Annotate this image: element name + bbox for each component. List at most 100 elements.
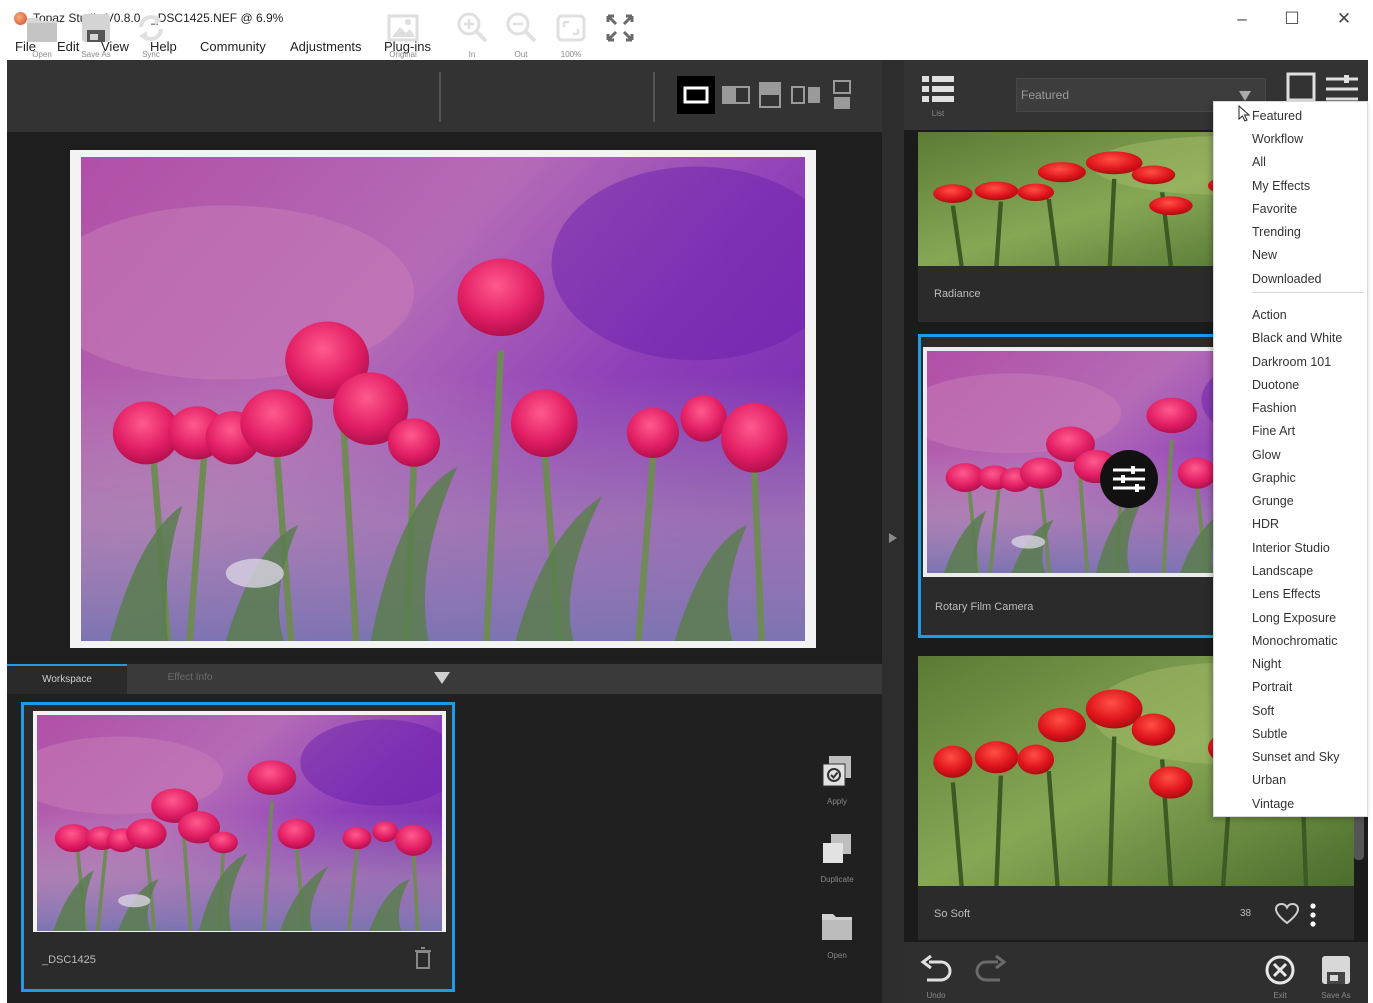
zoom-100-label: 100% — [560, 50, 582, 59]
split-vertical-icon — [722, 86, 750, 104]
category-option-fine-art[interactable]: Fine Art — [1252, 424, 1295, 438]
fullscreen-tool[interactable] — [597, 10, 643, 68]
category-option-duotone[interactable]: Duotone — [1252, 378, 1299, 392]
fit-screen-icon — [556, 14, 586, 42]
category-option-hdr[interactable]: HDR — [1252, 517, 1279, 531]
menu-community[interactable]: Community — [200, 39, 266, 54]
list-icon — [922, 76, 954, 102]
save-as-tool[interactable]: Save As — [73, 10, 119, 68]
close-window-button[interactable]: ✕ — [1329, 6, 1359, 32]
thumbnail-footer: _DSC1425 — [33, 932, 446, 987]
apply-button[interactable]: Apply — [812, 754, 862, 806]
title-bar: Topaz Studio V0.8.0 - _DSC1425.NEF @ 6.9… — [0, 0, 1373, 36]
zoom-in-label: In — [468, 50, 476, 59]
sync-label: Sync — [142, 50, 160, 59]
category-option-black-and-white[interactable]: Black and White — [1252, 331, 1342, 345]
save-as-label: Save As — [81, 50, 111, 59]
maximize-button[interactable]: ☐ — [1277, 6, 1307, 32]
category-option-urban[interactable]: Urban — [1252, 773, 1286, 787]
menu-adjustments[interactable]: Adjustments — [290, 39, 362, 54]
open-tool[interactable]: Open — [19, 10, 65, 68]
sync-icon — [139, 15, 163, 41]
tab-effect-info[interactable]: Effect Info — [129, 664, 251, 694]
category-option-new[interactable]: New — [1252, 248, 1277, 262]
more-vertical-icon[interactable] — [1308, 902, 1318, 928]
open-workspace-button[interactable]: Open — [812, 908, 862, 960]
category-option-fashion[interactable]: Fashion — [1252, 401, 1296, 415]
category-option-my-effects[interactable]: My Effects — [1252, 179, 1310, 193]
category-option-interior-studio[interactable]: Interior Studio — [1252, 541, 1330, 555]
side-by-side-view-button[interactable] — [787, 76, 825, 114]
category-option-grunge[interactable]: Grunge — [1252, 494, 1294, 508]
fullscreen-icon — [606, 14, 634, 42]
thumbnail-name: _DSC1425 — [42, 954, 96, 966]
original-tool[interactable]: Original — [380, 10, 426, 68]
category-option-landscape[interactable]: Landscape — [1252, 564, 1313, 578]
category-option-lens-effects[interactable]: Lens Effects — [1252, 587, 1321, 601]
duplicate-button[interactable]: Duplicate — [812, 832, 862, 884]
stacked-view-button[interactable] — [823, 76, 861, 114]
thumbnail-image — [37, 715, 442, 931]
expand-arrow-icon[interactable] — [888, 532, 898, 544]
sync-tool[interactable]: Sync — [128, 10, 174, 68]
side-by-side-icon — [791, 86, 820, 104]
toolbar-divider — [439, 72, 441, 122]
zoom-in-icon — [457, 12, 488, 43]
category-option-vintage[interactable]: Vintage — [1252, 797, 1294, 811]
open-label: Open — [32, 50, 52, 59]
adjust-sliders-icon[interactable] — [1099, 449, 1159, 509]
category-option-downloaded[interactable]: Downloaded — [1252, 272, 1322, 286]
category-option-subtle[interactable]: Subtle — [1252, 727, 1287, 741]
main-image[interactable] — [81, 157, 805, 641]
effect-name: Radiance — [934, 288, 981, 300]
split-horizontal-view-button[interactable] — [751, 76, 789, 114]
redo-button[interactable] — [974, 954, 1014, 1000]
save-as-effect-button[interactable]: Save As — [1314, 954, 1358, 1000]
category-option-action[interactable]: Action — [1252, 308, 1287, 322]
collapse-arrow-icon[interactable] — [433, 670, 451, 686]
menu-bar: File Edit View Help Community Adjustment… — [0, 36, 1373, 60]
thumbnail-frame — [33, 711, 446, 937]
original-label: Original — [389, 50, 417, 59]
category-option-monochromatic[interactable]: Monochromatic — [1252, 634, 1337, 648]
duplicate-label: Duplicate — [820, 875, 854, 884]
category-option-all[interactable]: All — [1252, 155, 1266, 169]
heart-icon[interactable] — [1274, 902, 1300, 926]
trash-icon[interactable] — [414, 946, 432, 970]
undo-icon — [920, 954, 952, 982]
category-option-soft[interactable]: Soft — [1252, 704, 1274, 718]
tab-workspace[interactable]: Workspace — [7, 664, 127, 694]
category-option-glow[interactable]: Glow — [1252, 448, 1280, 462]
list-label: List — [931, 109, 945, 118]
apply-label: Apply — [826, 797, 847, 806]
zoom-out-tool[interactable]: Out — [498, 10, 544, 68]
close-circle-icon — [1265, 955, 1295, 985]
zoom-in-tool[interactable]: In — [449, 10, 495, 68]
category-option-sunset-and-sky[interactable]: Sunset and Sky — [1252, 750, 1340, 764]
category-option-favorite[interactable]: Favorite — [1252, 202, 1297, 216]
category-option-night[interactable]: Night — [1252, 657, 1281, 671]
split-horizontal-icon — [759, 82, 781, 108]
category-option-featured[interactable]: Featured — [1252, 109, 1302, 123]
category-option-graphic[interactable]: Graphic — [1252, 471, 1296, 485]
folder-icon — [27, 18, 57, 42]
category-option-long-exposure[interactable]: Long Exposure — [1252, 611, 1336, 625]
single-view-button[interactable] — [677, 76, 715, 114]
exit-button[interactable]: Exit — [1260, 954, 1300, 1000]
apply-icon — [822, 756, 851, 787]
panel-divider[interactable] — [882, 60, 904, 1003]
like-count: 38 — [1240, 908, 1252, 919]
zoom-100-tool[interactable]: 100% — [548, 10, 594, 68]
undo-button[interactable]: Undo — [916, 954, 956, 1000]
minimize-button[interactable]: – — [1227, 6, 1257, 32]
split-vertical-view-button[interactable] — [717, 76, 755, 114]
category-option-workflow[interactable]: Workflow — [1252, 132, 1303, 146]
single-view-icon — [683, 86, 709, 104]
toolbar-divider — [653, 72, 655, 122]
list-view-button[interactable]: List — [918, 74, 958, 124]
image-icon — [387, 14, 419, 42]
category-option-portrait[interactable]: Portrait — [1252, 680, 1292, 694]
main-image-frame — [70, 150, 816, 648]
category-option-trending[interactable]: Trending — [1252, 225, 1301, 239]
category-option-darkroom-101[interactable]: Darkroom 101 — [1252, 355, 1331, 369]
